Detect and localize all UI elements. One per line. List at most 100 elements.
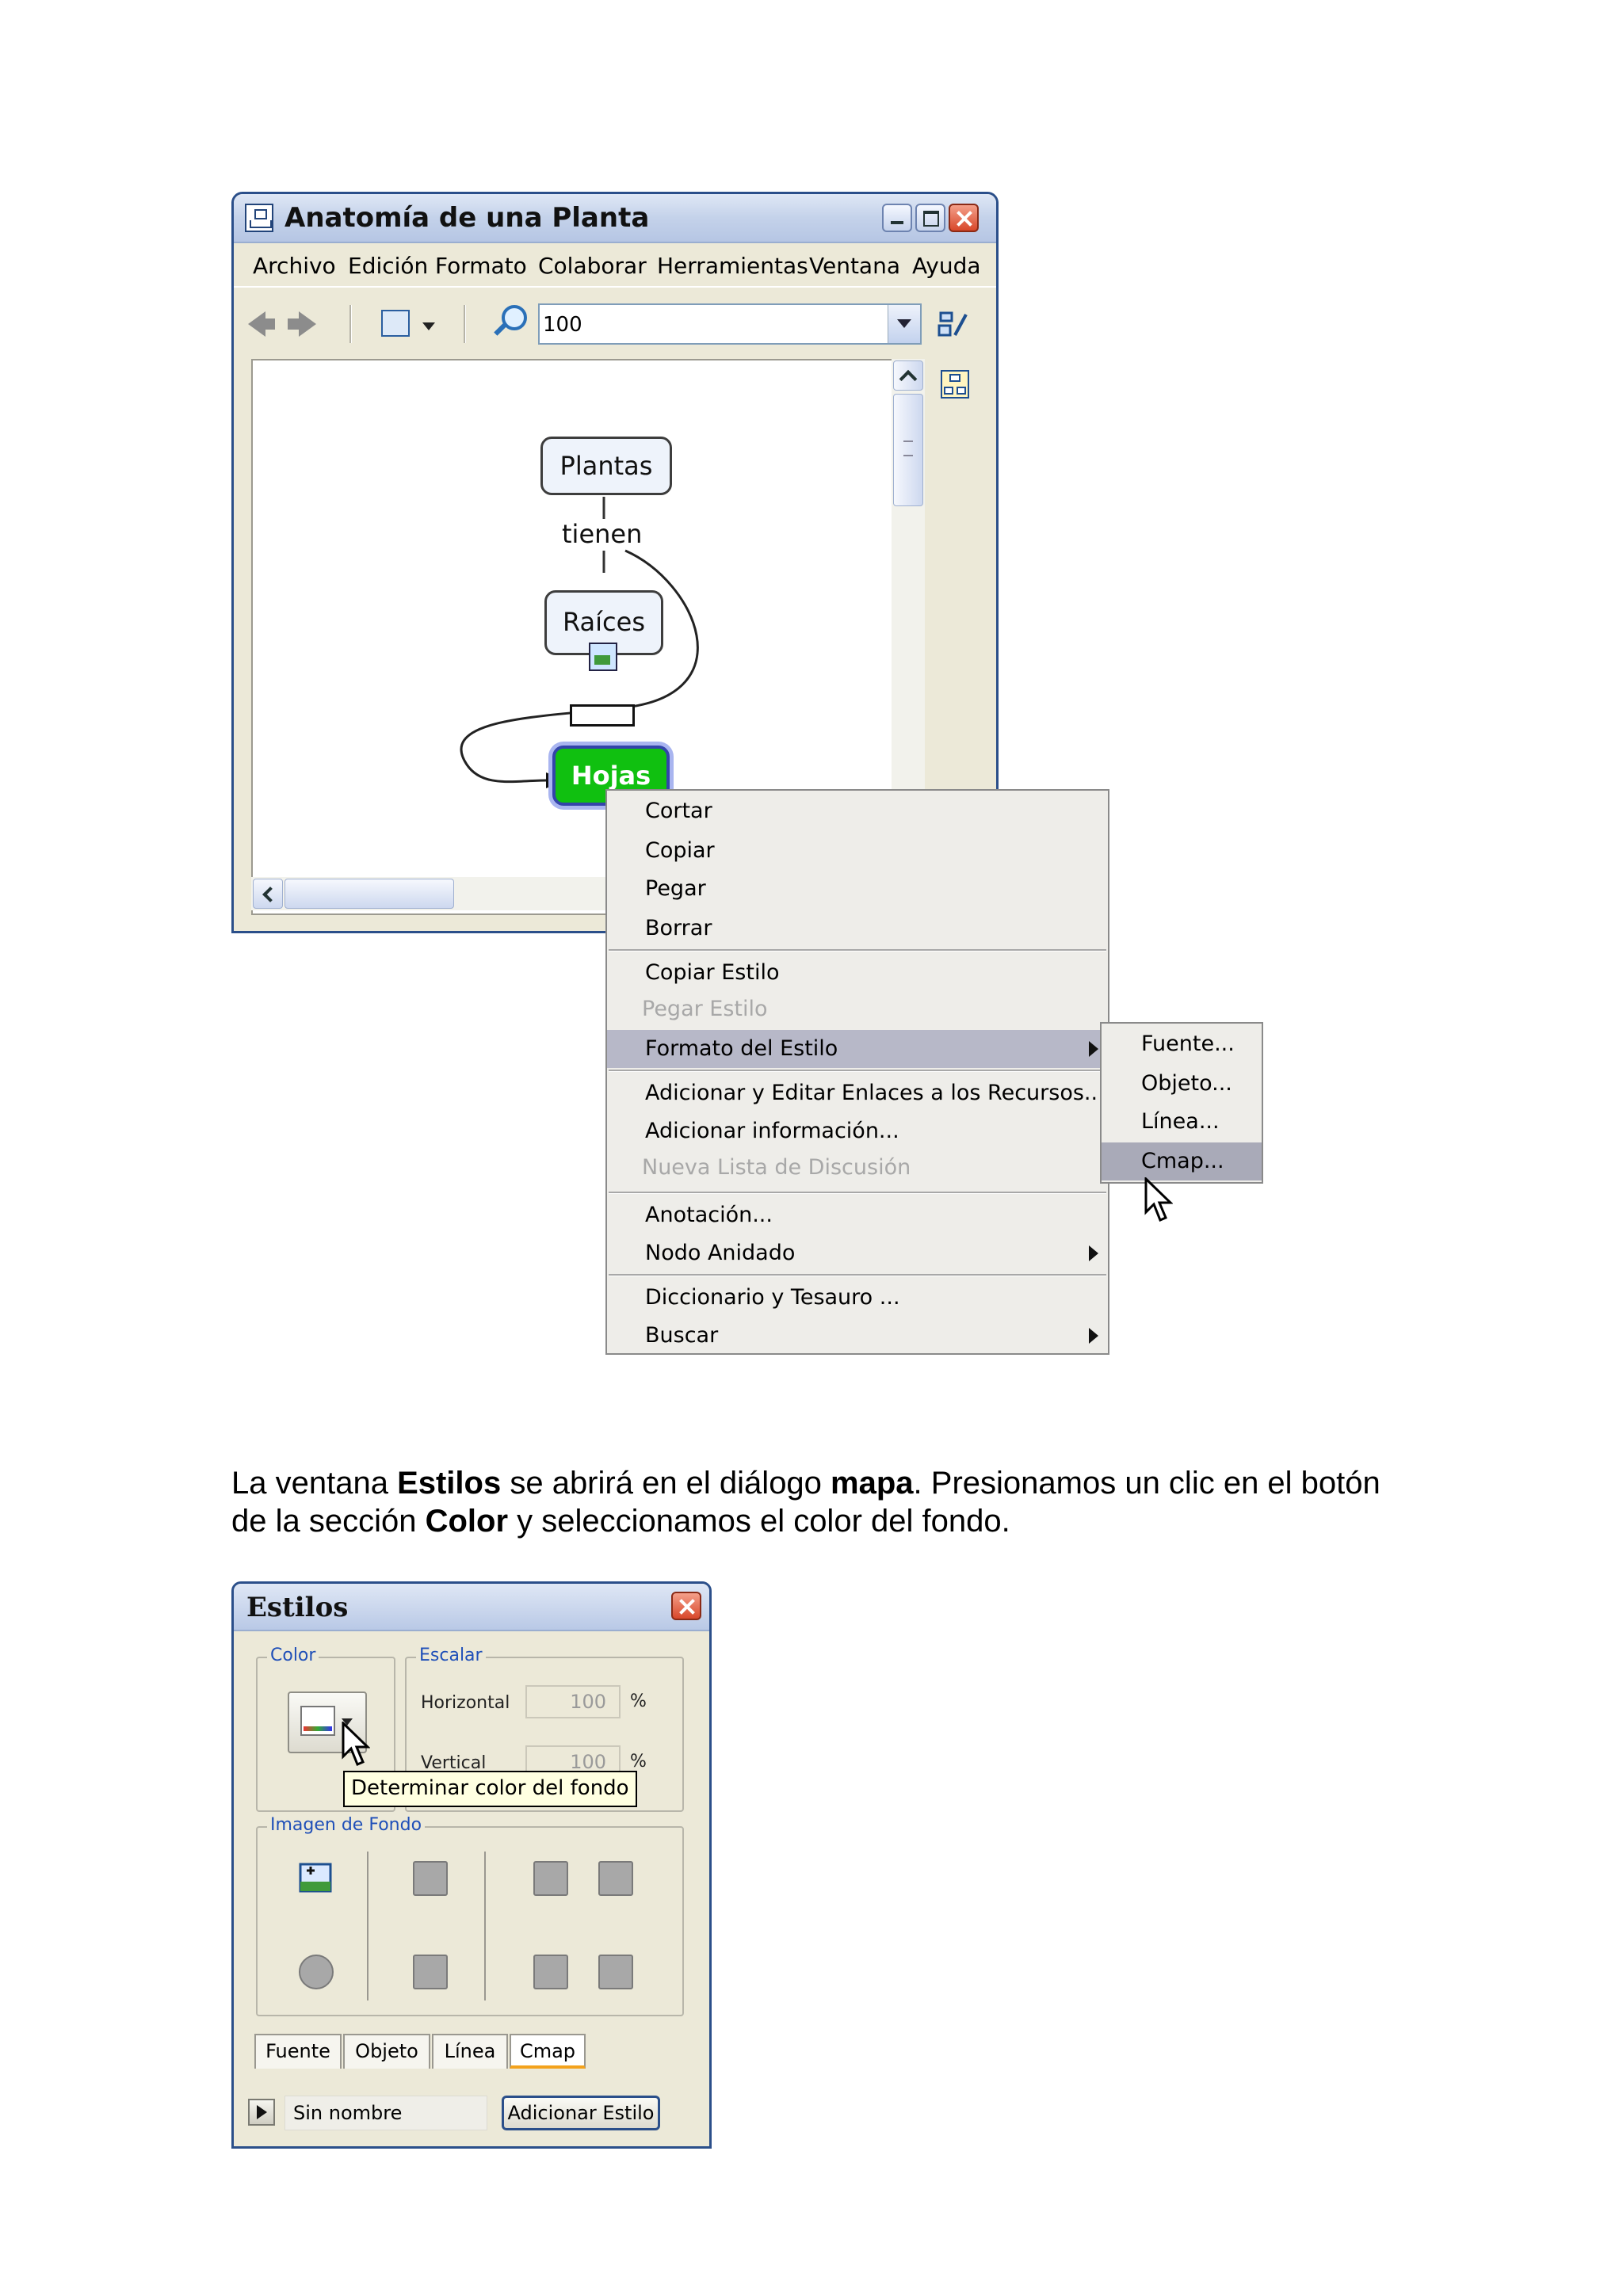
menu-item-adicionar-informacion[interactable]: Adicionar información... bbox=[607, 1112, 1108, 1150]
estilos-close-button[interactable] bbox=[671, 1592, 701, 1620]
submenu-item-fuente[interactable]: Fuente... bbox=[1102, 1025, 1262, 1063]
group-divider bbox=[484, 1852, 486, 2000]
menu-item-label: Formato del Estilo bbox=[645, 1036, 838, 1061]
menu-bar: Archivo Edición Formato Colaborar Herram… bbox=[234, 243, 996, 288]
cmap-sidebar-icon[interactable] bbox=[939, 368, 971, 400]
maximize-button[interactable] bbox=[915, 204, 945, 232]
tab-linea[interactable]: Línea bbox=[432, 2034, 508, 2069]
menu-colaborar[interactable]: Colaborar bbox=[538, 253, 647, 279]
image-position-icon bbox=[413, 1861, 448, 1896]
image-tile-icon bbox=[413, 1955, 448, 1989]
menu-ventana[interactable]: Ventana bbox=[809, 253, 900, 279]
back-arrow-icon[interactable] bbox=[248, 311, 275, 337]
play-icon[interactable] bbox=[248, 2099, 275, 2126]
text-run: se abrirá en el diálogo bbox=[501, 1466, 831, 1501]
group-divider bbox=[367, 1852, 369, 2000]
link-label-tienen[interactable]: tienen bbox=[562, 519, 642, 549]
submenu-item-linea[interactable]: Línea... bbox=[1102, 1103, 1262, 1141]
mouse-cursor-icon bbox=[1144, 1177, 1173, 1222]
style-format-submenu: Fuente... Objeto... Línea... Cmap... bbox=[1100, 1022, 1263, 1184]
vertical-scroll-thumb[interactable] bbox=[893, 394, 923, 506]
menu-item-borrar[interactable]: Borrar bbox=[607, 910, 1108, 948]
submenu-item-label: Objeto... bbox=[1141, 1071, 1232, 1096]
view-options-icon[interactable] bbox=[381, 310, 410, 337]
menu-item-label: Buscar bbox=[645, 1323, 719, 1348]
window-title: Anatomía de una Planta bbox=[285, 202, 650, 234]
horizontal-scale-field[interactable]: 100 bbox=[525, 1685, 621, 1718]
menu-item-label: Anotación... bbox=[645, 1203, 773, 1227]
scroll-up-button[interactable] bbox=[893, 360, 923, 391]
view-options-dropdown-icon[interactable] bbox=[422, 322, 435, 330]
horizontal-label: Horizontal bbox=[421, 1693, 510, 1713]
menu-item-cortar[interactable]: Cortar bbox=[607, 792, 1108, 830]
tab-cmap[interactable]: Cmap bbox=[510, 2034, 586, 2069]
estilos-title-bar: Estilos bbox=[234, 1584, 709, 1631]
instruction-paragraph: La ventana Estilos se abrirá en el diálo… bbox=[231, 1464, 1388, 1540]
tab-fuente[interactable]: Fuente bbox=[254, 2034, 342, 2069]
forward-arrow-icon[interactable] bbox=[288, 311, 316, 337]
image-resource-icon[interactable] bbox=[589, 643, 617, 671]
resize-handle-icon[interactable] bbox=[570, 704, 635, 727]
context-menu: Cortar Copiar Pegar Borrar Copiar Estilo… bbox=[605, 789, 1109, 1355]
text-run: La ventana bbox=[231, 1466, 398, 1501]
zoom-value: 100 bbox=[543, 313, 582, 337]
zoom-icon[interactable] bbox=[502, 305, 527, 330]
submenu-item-cmap[interactable]: Cmap... bbox=[1102, 1142, 1262, 1180]
mouse-cursor-icon bbox=[342, 1722, 370, 1766]
menu-item-label: Copiar Estilo bbox=[645, 960, 780, 985]
menu-item-copiar[interactable]: Copiar bbox=[607, 832, 1108, 870]
menu-item-anotacion[interactable]: Anotación... bbox=[607, 1196, 1108, 1234]
concept-node-plantas[interactable]: Plantas bbox=[540, 437, 672, 495]
submenu-arrow-icon bbox=[1089, 1328, 1098, 1344]
escalar-group-legend: Escalar bbox=[416, 1646, 486, 1665]
imagen-group-legend: Imagen de Fondo bbox=[267, 1815, 426, 1835]
close-button[interactable] bbox=[949, 204, 979, 232]
scroll-left-button[interactable] bbox=[253, 879, 283, 909]
color-group-legend: Color bbox=[267, 1646, 319, 1665]
style-name-field[interactable]: Sin nombre bbox=[285, 2096, 487, 2130]
submenu-item-objeto[interactable]: Objeto... bbox=[1102, 1065, 1262, 1103]
toolbar-separator bbox=[349, 305, 352, 343]
toolbar: 100 bbox=[234, 288, 996, 359]
bold-text: Estilos bbox=[397, 1466, 502, 1501]
remove-background-image-icon bbox=[299, 1955, 334, 1989]
zoom-dropdown-icon[interactable] bbox=[888, 305, 920, 343]
percent-label: % bbox=[630, 1752, 647, 1772]
menu-item-label: Adicionar información... bbox=[645, 1119, 899, 1143]
menu-item-label: Adicionar y Editar Enlaces a los Recurso… bbox=[645, 1081, 1105, 1105]
menu-item-adicionar-enlaces[interactable]: Adicionar y Editar Enlaces a los Recurso… bbox=[607, 1074, 1108, 1112]
menu-item-diccionario[interactable]: Diccionario y Tesauro ... bbox=[607, 1279, 1108, 1317]
estilos-title: Estilos bbox=[246, 1592, 349, 1623]
menu-item-label: Pegar Estilo bbox=[642, 997, 768, 1021]
menu-item-nodo-anidado[interactable]: Nodo Anidado bbox=[607, 1234, 1108, 1272]
tooltip: Determinar color del fondo bbox=[343, 1771, 637, 1807]
menu-separator bbox=[609, 949, 1106, 952]
menu-herramientas[interactable]: Herramientas bbox=[657, 253, 808, 279]
menu-item-label: Copiar bbox=[645, 838, 715, 863]
menu-separator bbox=[609, 1192, 1106, 1194]
add-style-button[interactable]: Adicionar Estilo bbox=[502, 2096, 660, 2130]
edit-style-icon[interactable] bbox=[938, 308, 969, 340]
add-background-image-icon[interactable] bbox=[297, 1859, 335, 1897]
image-center-icon bbox=[533, 1861, 568, 1896]
menu-item-label: Borrar bbox=[645, 916, 712, 940]
menu-formato[interactable]: Formato bbox=[435, 253, 527, 279]
menu-item-pegar-estilo: Pegar Estilo bbox=[607, 990, 1108, 1028]
menu-item-label: Pegar bbox=[645, 876, 706, 901]
menu-ayuda[interactable]: Ayuda bbox=[912, 253, 981, 279]
menu-item-pegar[interactable]: Pegar bbox=[607, 870, 1108, 908]
menu-item-copiar-estilo[interactable]: Copiar Estilo bbox=[607, 954, 1108, 992]
minimize-button[interactable] bbox=[882, 204, 912, 232]
menu-item-formato-del-estilo[interactable]: Formato del Estilo bbox=[607, 1030, 1108, 1068]
menu-edicion[interactable]: Edición bbox=[348, 253, 428, 279]
menu-item-buscar[interactable]: Buscar bbox=[607, 1317, 1108, 1355]
horizontal-scroll-thumb[interactable] bbox=[285, 879, 454, 909]
menu-archivo[interactable]: Archivo bbox=[253, 253, 336, 279]
percent-label: % bbox=[630, 1691, 647, 1711]
menu-item-nueva-lista: Nueva Lista de Discusión bbox=[607, 1149, 1108, 1187]
cmap-app-icon bbox=[245, 204, 273, 232]
menu-item-label: Diccionario y Tesauro ... bbox=[645, 1285, 900, 1310]
tab-objeto[interactable]: Objeto bbox=[343, 2034, 430, 2069]
zoom-field[interactable]: 100 bbox=[538, 303, 922, 345]
submenu-arrow-icon bbox=[1089, 1245, 1098, 1261]
